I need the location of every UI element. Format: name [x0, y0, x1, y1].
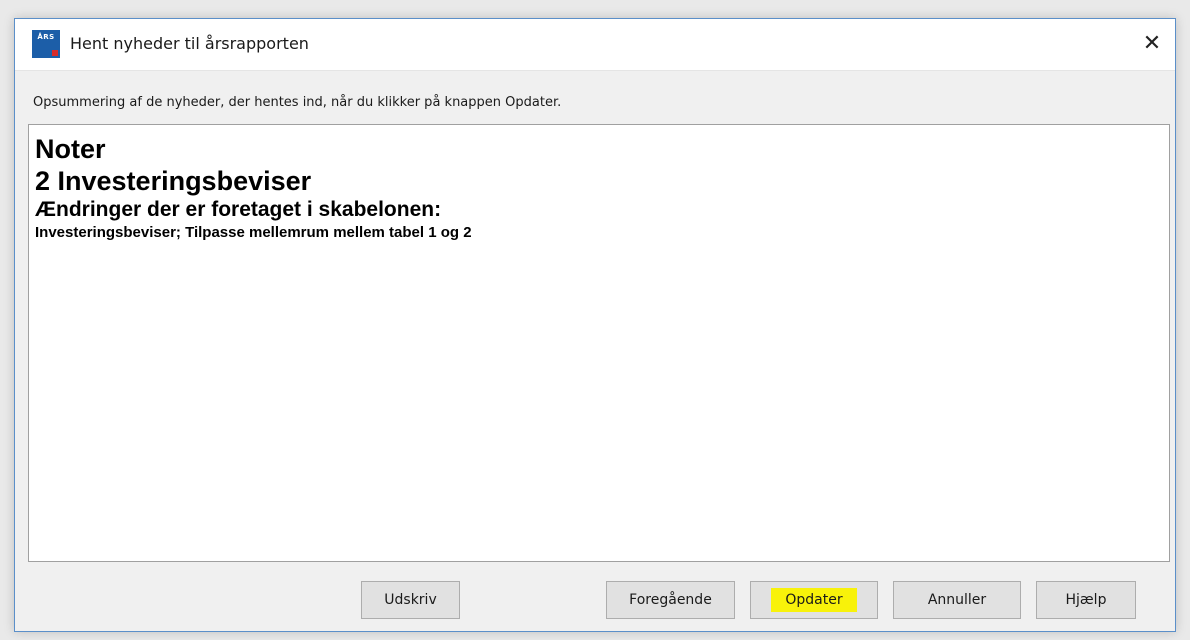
update-button[interactable]: Opdater: [750, 581, 878, 619]
app-icon-label: ÅRS: [37, 33, 55, 41]
news-content-panel[interactable]: Noter 2 Investeringsbeviser Ændringer de…: [28, 124, 1170, 562]
window-title: Hent nyheder til årsrapporten: [70, 34, 309, 53]
close-icon[interactable]: ✕: [1129, 19, 1175, 69]
update-news-dialog: ÅRS Hent nyheder til årsrapporten ✕ Opsu…: [14, 18, 1176, 632]
section-heading: Noter: [35, 134, 106, 164]
update-button-label: Opdater: [771, 588, 857, 612]
changes-subheading: Ændringer der er foretaget i skabelonen:: [35, 198, 442, 221]
cancel-button[interactable]: Annuller: [893, 581, 1021, 619]
print-button[interactable]: Udskriv: [361, 581, 460, 619]
aars-app-icon: ÅRS: [32, 30, 60, 58]
title-bar: ÅRS Hent nyheder til årsrapporten ✕: [15, 19, 1175, 71]
summary-description: Opsummering af de nyheder, der hentes in…: [33, 95, 562, 110]
app-icon-red-mark: [52, 50, 58, 56]
help-button[interactable]: Hjælp: [1036, 581, 1136, 619]
change-detail: Investeringsbeviser; Tilpasse mellemrum …: [35, 224, 472, 241]
note-heading: 2 Investeringsbeviser: [35, 166, 312, 196]
previous-button[interactable]: Foregående: [606, 581, 735, 619]
